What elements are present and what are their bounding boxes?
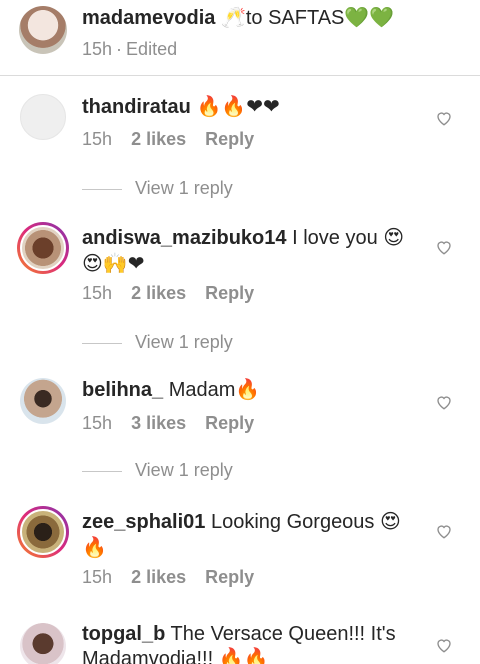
caption-divider xyxy=(0,75,480,76)
replies-line xyxy=(82,342,122,344)
reply-button[interactable]: Reply xyxy=(205,413,254,433)
caption-text: 🥂to SAFTAS💚💚 xyxy=(220,7,395,29)
reply-button[interactable]: Reply xyxy=(205,567,254,587)
avatar[interactable] xyxy=(20,623,66,664)
reply-button[interactable]: Reply xyxy=(205,129,254,149)
caption-author-avatar[interactable] xyxy=(19,6,67,54)
comment-username[interactable]: andiswa_mazibuko14 xyxy=(82,227,287,249)
heart-icon[interactable] xyxy=(435,393,453,411)
heart-icon[interactable] xyxy=(435,636,453,654)
comment-text: Looking Gorgeous 😍 xyxy=(210,511,401,533)
comment-time: 15h xyxy=(82,567,113,587)
view-replies-label: View 1 reply xyxy=(135,178,233,198)
comment-text: The Versace Queen!!! It's xyxy=(170,623,396,645)
avatar[interactable] xyxy=(17,222,69,274)
comment-text-continued: Madamvodia!!! 🔥🔥 xyxy=(82,648,269,664)
view-replies-button[interactable]: View 1 reply xyxy=(82,332,233,353)
comment-text: Madam🔥 xyxy=(168,379,261,401)
view-replies-button[interactable]: View 1 reply xyxy=(82,178,233,199)
heart-icon[interactable] xyxy=(435,109,453,127)
caption-username[interactable]: madamevodia xyxy=(82,7,215,29)
replies-line xyxy=(82,470,122,472)
comment-text: 🔥🔥❤❤ xyxy=(196,94,280,118)
avatar[interactable] xyxy=(20,94,66,140)
comment-text: I love you 😍 xyxy=(292,227,405,249)
replies-line xyxy=(82,188,122,190)
comment-username[interactable]: thandiratau xyxy=(82,96,191,118)
comment-likes[interactable]: 2 likes xyxy=(131,567,186,587)
comment-likes[interactable]: 3 likes xyxy=(131,413,186,433)
comment-likes[interactable]: 2 likes xyxy=(131,283,186,303)
comment-text-continued: 😍🙌❤ xyxy=(82,251,145,275)
avatar[interactable] xyxy=(20,378,66,424)
comment-text-continued: 🔥 xyxy=(82,535,107,559)
avatar[interactable] xyxy=(17,506,69,558)
view-replies-label: View 1 reply xyxy=(135,332,233,352)
comment-time: 15h xyxy=(82,283,113,303)
heart-icon[interactable] xyxy=(435,238,453,256)
reply-button[interactable]: Reply xyxy=(205,283,254,303)
comment-username[interactable]: belihna_ xyxy=(82,379,163,401)
comment-likes[interactable]: 2 likes xyxy=(131,129,186,149)
caption-edited-label: Edited xyxy=(126,39,178,59)
comment-username[interactable]: zee_sphali01 xyxy=(82,511,205,533)
post-caption: madamevodia 🥂to SAFTAS💚💚 15h · Edited xyxy=(0,0,480,76)
view-replies-label: View 1 reply xyxy=(135,460,233,480)
view-replies-button[interactable]: View 1 reply xyxy=(82,460,233,481)
comment-item: topgal_b The Versace Queen!!! It's Madam… xyxy=(0,620,480,664)
heart-icon[interactable] xyxy=(435,522,453,540)
comment-time: 15h xyxy=(82,129,113,149)
caption-time: 15h xyxy=(82,39,113,59)
comment-time: 15h xyxy=(82,413,113,433)
comment-username[interactable]: topgal_b xyxy=(82,623,165,645)
